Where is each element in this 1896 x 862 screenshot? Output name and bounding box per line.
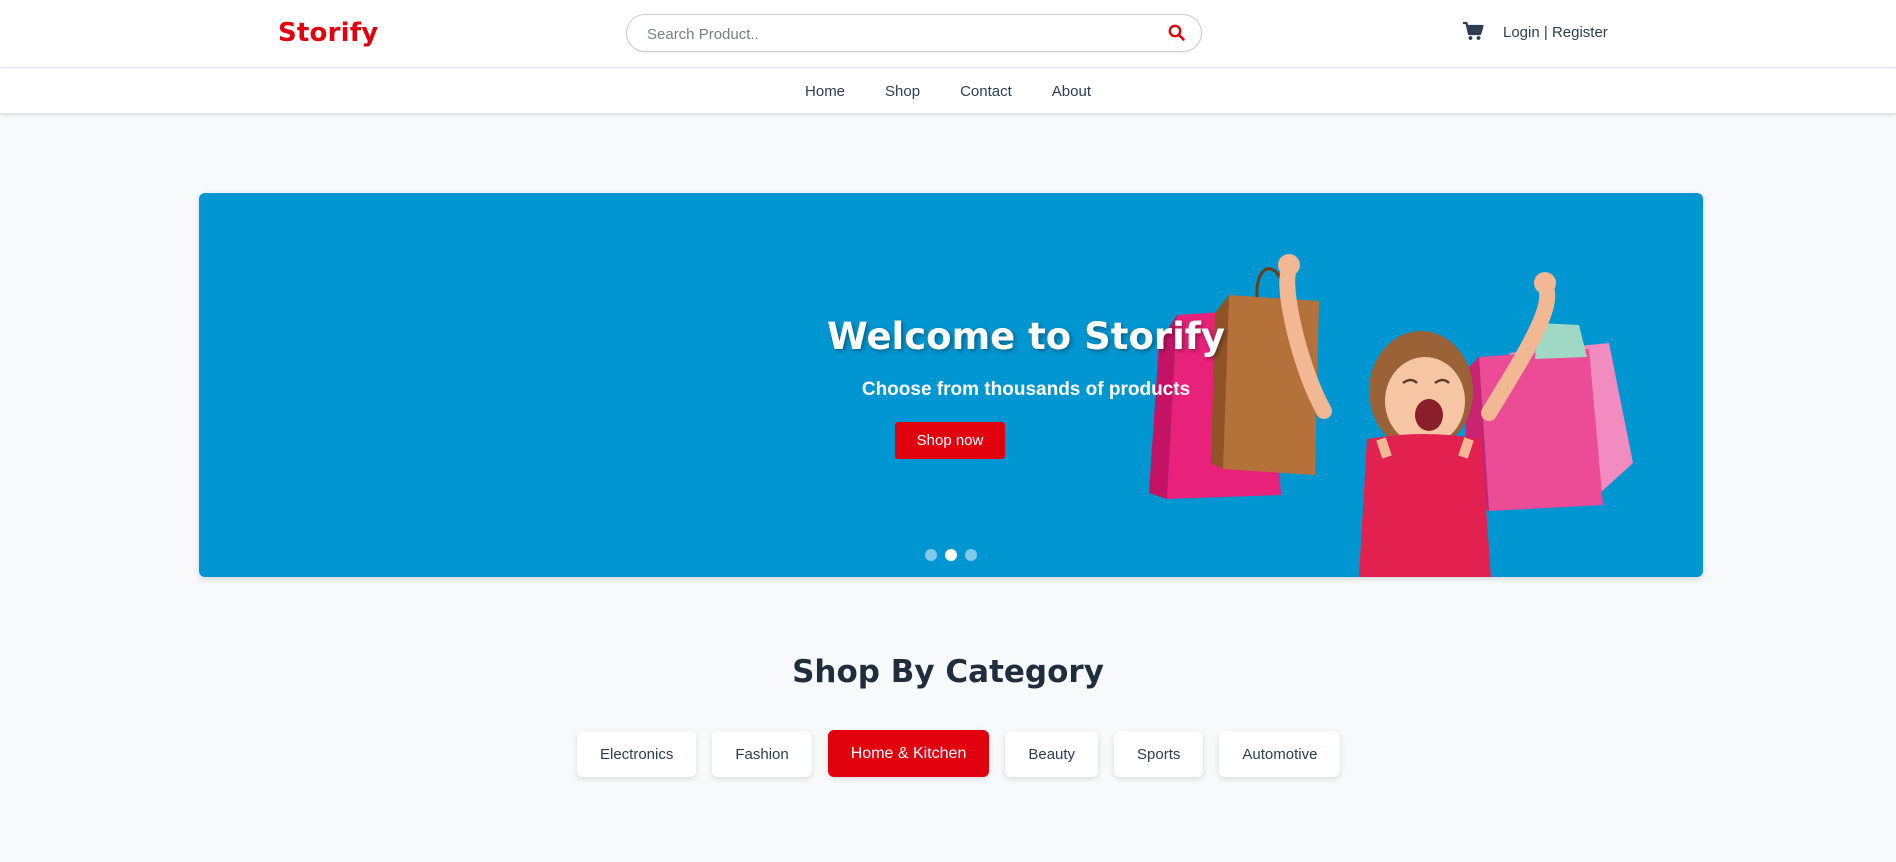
auth-links: Login | Register [1503,24,1608,41]
hero-subtitle: Choose from thousands of products [861,379,1191,400]
nav-link-home[interactable]: Home [785,83,865,100]
nav-link-shop[interactable]: Shop [865,83,940,100]
nav-links: Home Shop Contact About [0,69,1896,113]
category-beauty[interactable]: Beauty [1005,731,1099,777]
carousel-dot-1[interactable] [925,549,937,561]
carousel-indicators [199,549,1703,561]
category-electronics[interactable]: Electronics [577,731,697,777]
category-section-title: Shop By Category [792,654,1104,690]
main-nav: Home Shop Contact About [0,69,1896,113]
search-bar [626,14,1202,52]
hero-title: Welcome to Storify [826,315,1226,358]
category-fashion[interactable]: Fashion [712,731,812,777]
top-header: Storify Login | Register [0,0,1896,68]
search-input[interactable] [647,23,1147,45]
category-sports[interactable]: Sports [1114,731,1204,777]
nav-link-about[interactable]: About [1032,83,1111,100]
carousel-dot-3[interactable] [965,549,977,561]
carousel-dot-2[interactable] [945,549,957,561]
hero-image [1149,254,1633,577]
search-icon[interactable] [1167,23,1187,43]
cart-icon[interactable] [1462,20,1484,42]
auth-separator: | [1539,24,1552,41]
login-link[interactable]: Login [1503,24,1540,41]
hero-carousel: Welcome to Storify Choose from thousands… [199,193,1703,577]
nav-link-contact[interactable]: Contact [940,83,1032,100]
category-home-kitchen[interactable]: Home & Kitchen [827,730,990,777]
category-automotive[interactable]: Automotive [1219,731,1341,777]
category-list: Electronics Fashion Home & Kitchen Beaut… [577,730,1341,777]
brand-logo[interactable]: Storify [278,18,378,48]
shop-now-button[interactable]: Shop now [895,422,1005,459]
register-link[interactable]: Register [1552,24,1608,41]
